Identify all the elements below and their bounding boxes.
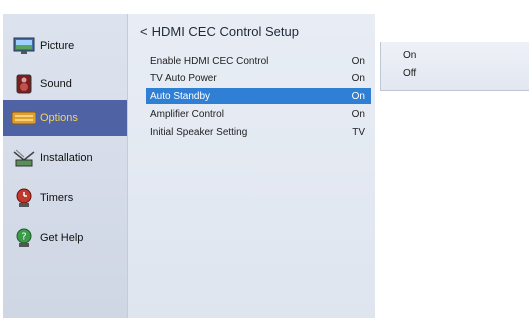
menu-row-tv-auto-power[interactable]: TV Auto Power On xyxy=(146,70,371,86)
back-icon[interactable]: < xyxy=(140,24,148,39)
menu-row-value: On xyxy=(351,72,365,84)
sidebar-item-label: Get Help xyxy=(40,232,84,244)
menu-row-value: On xyxy=(351,108,365,120)
popup-option-off[interactable]: Off xyxy=(403,68,416,79)
option-popup: On Off xyxy=(380,42,529,91)
options-icon xyxy=(12,107,36,129)
sidebar-item-timers[interactable]: Timers xyxy=(3,180,127,216)
tv-settings-screen: Picture Sound Options Installation Timer… xyxy=(0,0,529,318)
sidebar-item-installation[interactable]: Installation xyxy=(3,140,127,176)
menu-row-label: Initial Speaker Setting xyxy=(150,126,248,138)
menu-row-initial-speaker-setting[interactable]: Initial Speaker Setting TV xyxy=(146,124,371,140)
page-title: < HDMI CEC Control Setup xyxy=(140,24,299,39)
page-title-text: HDMI CEC Control Setup xyxy=(151,24,299,39)
menu-row-value: On xyxy=(351,55,365,67)
sidebar-item-label: Installation xyxy=(40,152,93,164)
picture-icon xyxy=(12,35,36,57)
menu-row-label: TV Auto Power xyxy=(150,72,217,84)
help-icon: ? xyxy=(12,227,36,249)
sidebar: Picture Sound Options Installation Timer… xyxy=(3,14,128,318)
menu-row-enable-hdmi-cec[interactable]: Enable HDMI CEC Control On xyxy=(146,53,371,69)
sidebar-item-label: Picture xyxy=(40,40,75,52)
menu-row-label: Auto Standby xyxy=(150,90,211,102)
sidebar-item-label: Options xyxy=(40,112,78,124)
sidebar-item-label: Sound xyxy=(40,78,72,90)
menu-row-auto-standby[interactable]: Auto Standby On xyxy=(146,88,371,104)
menu-row-label: Enable HDMI CEC Control xyxy=(150,55,269,67)
menu-row-value: On xyxy=(351,90,365,102)
timers-icon xyxy=(12,187,36,209)
sidebar-item-picture[interactable]: Picture xyxy=(3,28,127,64)
menu-row-amplifier-control[interactable]: Amplifier Control On xyxy=(146,106,371,122)
sidebar-item-sound[interactable]: Sound xyxy=(3,66,127,102)
popup-option-on[interactable]: On xyxy=(403,50,416,61)
installation-icon xyxy=(12,147,36,169)
menu-row-label: Amplifier Control xyxy=(150,108,224,120)
sidebar-item-get-help[interactable]: ? Get Help xyxy=(3,220,127,256)
sidebar-item-options[interactable]: Options xyxy=(3,100,127,136)
sidebar-item-label: Timers xyxy=(40,192,74,204)
cec-settings-panel: < HDMI CEC Control Setup Enable HDMI CEC… xyxy=(128,14,375,318)
svg-text:?: ? xyxy=(21,232,26,243)
menu-row-value: TV xyxy=(352,126,365,138)
sound-icon xyxy=(12,73,36,95)
